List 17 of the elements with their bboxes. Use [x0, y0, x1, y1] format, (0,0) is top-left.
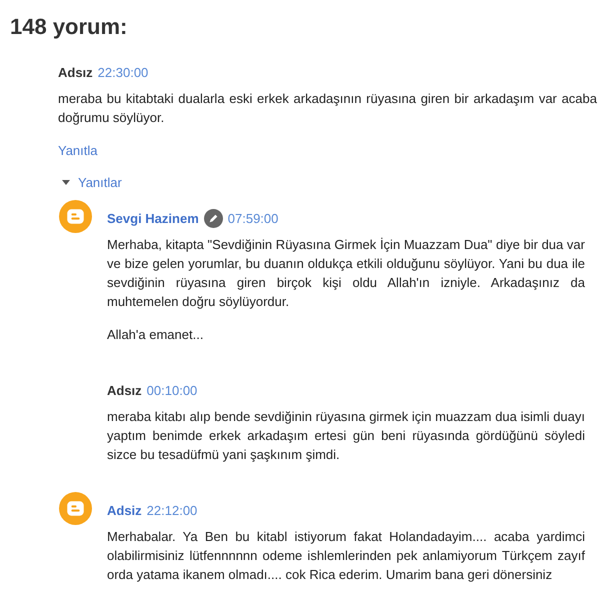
timestamp-link[interactable]: 22:12:00	[146, 500, 198, 520]
comment-text: Merhabalar. Ya Ben bu kitabl istiyorum fakat Holandadayim.... acaba yardimci olabilirmisiniz lütfennnnnn odeme ishlemlerinden pek anlamiyorum Türkçem zayıf orda yatama ikanem olmadı.... cok Rica ederim. Umarim bana geri dönersiniz	[107, 528, 585, 584]
comment-text: meraba bu kitabtaki dualarla eski erkek arkadaşının rüyasına giren bir arkadaşım var acaba doğrumu söylüyor.	[58, 90, 597, 128]
comment-text: Merhaba, kitapta "Sevdiğinin Rüyasına Girmek İçin Muazzam Dua" diye bir dua var ve bize gelen yorumlar, bu duanın oldukça etkili olduğunu söylüyor. Yani bu dua ile sevdiğinin rüyasına giren birçok kişi oldu Allah'ın izniyle. Arkadaşınız da muhtemelen doğru söylüyordur.	[107, 236, 585, 312]
replies-toggle[interactable]: Yanıtlar	[58, 172, 122, 192]
author-name: Adsız	[58, 64, 93, 82]
timestamp-link[interactable]: 22:30:00	[98, 62, 148, 82]
author-name: Adsız	[107, 382, 142, 400]
caret-icon	[62, 180, 70, 186]
comment-text: meraba kitabı alıp bende sevdiğinin rüyasına girmek için muazzam dua isimli duayı yaptım benimde erkek arkadaşım ertesi gün beni rüyasında gördüğünü söyledi sizce bu tesadüfmü yani şaşkınım şimdi.	[107, 408, 585, 464]
author-name[interactable]: Sevgi Hazinem	[107, 208, 199, 228]
comment-text: Allah'a emanet...	[107, 326, 204, 344]
timestamp-link[interactable]: 07:59:00	[228, 208, 278, 228]
comment-count-heading: 148 yorum:	[10, 14, 128, 40]
reply-link[interactable]: Yanıtla	[58, 141, 98, 161]
timestamp-link[interactable]: 00:10:00	[146, 380, 198, 400]
author-name[interactable]: Adsiz	[107, 500, 142, 520]
